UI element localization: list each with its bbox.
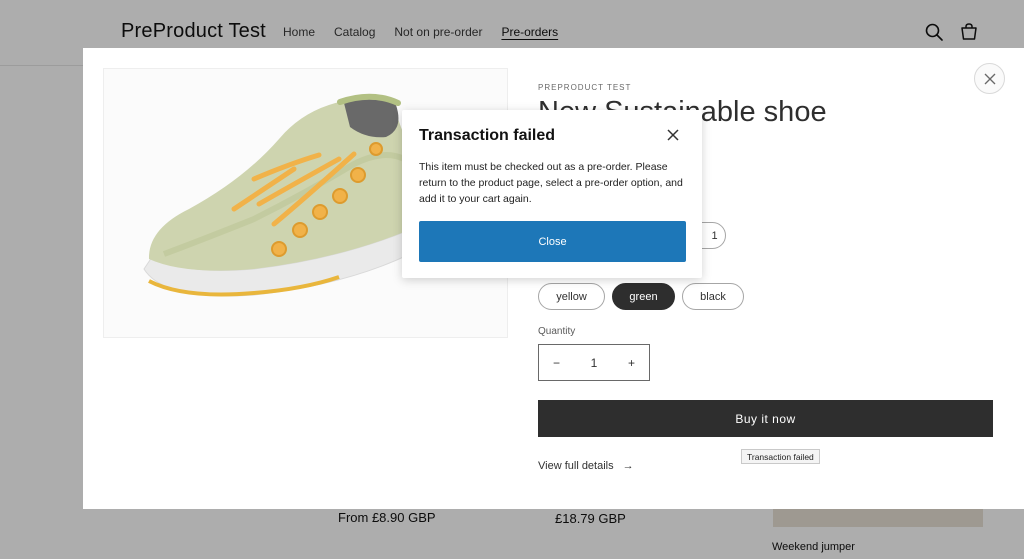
dialog-title: Transaction failed [419, 127, 556, 144]
tooltip: Transaction failed [741, 449, 820, 464]
close-icon[interactable] [666, 128, 680, 142]
dialog-message: This item must be checked out as a pre-o… [419, 161, 683, 205]
transaction-failed-dialog: Transaction failed This item must be che… [402, 110, 702, 278]
dialog-close-button[interactable]: Close [419, 221, 686, 262]
